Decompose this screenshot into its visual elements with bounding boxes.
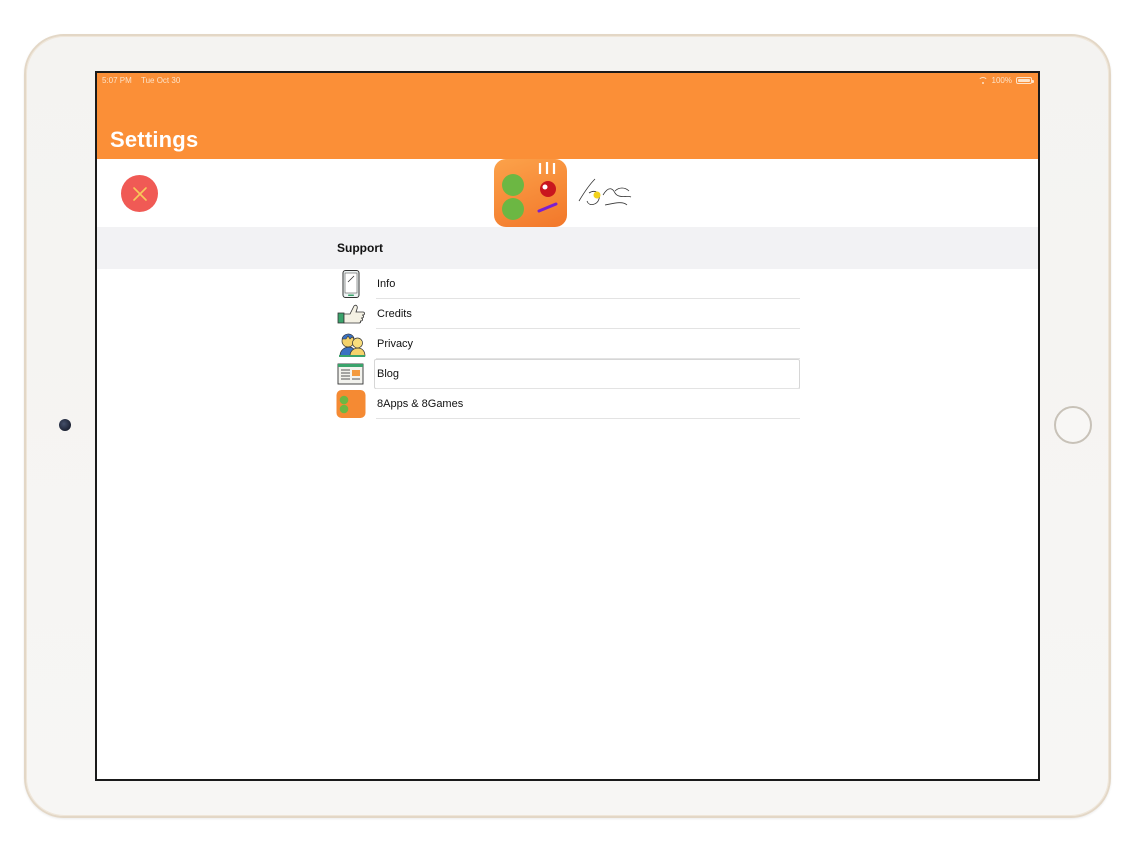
support-list: Info Credits Privacy Blog 8Apps & 8Games [336,269,800,419]
list-item-credits[interactable]: Credits [336,299,800,329]
status-date: Tue Oct 30 [141,76,181,85]
battery-icon [1016,77,1034,84]
row-divider [376,418,800,419]
list-item-label: Credits [377,308,412,320]
phone-icon [342,270,360,298]
front-camera [59,419,71,431]
signature-icon [578,178,632,206]
close-button[interactable] [121,175,158,212]
settings-header [97,159,1038,227]
close-icon [132,186,147,201]
list-item-label: Blog [377,368,400,380]
status-time: 5:07 PM [102,76,132,85]
list-item-privacy[interactable]: Privacy [336,329,800,359]
home-button[interactable] [1054,406,1092,444]
navigation-bar: 5:07 PM Tue Oct 30 100% Settings [97,73,1038,159]
thumbs-up-icon [337,304,365,324]
list-item-info[interactable]: Info [336,269,800,299]
section-header [97,227,1038,269]
status-indicators: 100% [977,76,1034,85]
people-icon [339,333,366,357]
list-item-8apps[interactable]: 8Apps & 8Games [336,389,800,419]
app-icon [336,390,366,418]
list-item-label: 8Apps & 8Games [377,398,464,410]
selection-highlight [374,359,800,389]
wifi-icon [977,76,988,85]
screen: 5:07 PM Tue Oct 30 100% Settings Support… [95,71,1040,781]
section-title-support: Support [337,241,383,255]
status-bar: 5:07 PM Tue Oct 30 100% [97,73,1038,89]
list-item-label: Privacy [377,338,414,350]
list-item-label: Info [377,278,396,290]
battery-percent: 100% [991,76,1012,85]
list-item-blog[interactable]: Blog [336,359,800,389]
app-logo-icon [494,159,567,227]
page-title: Settings [110,127,199,152]
newspaper-icon [337,363,364,385]
